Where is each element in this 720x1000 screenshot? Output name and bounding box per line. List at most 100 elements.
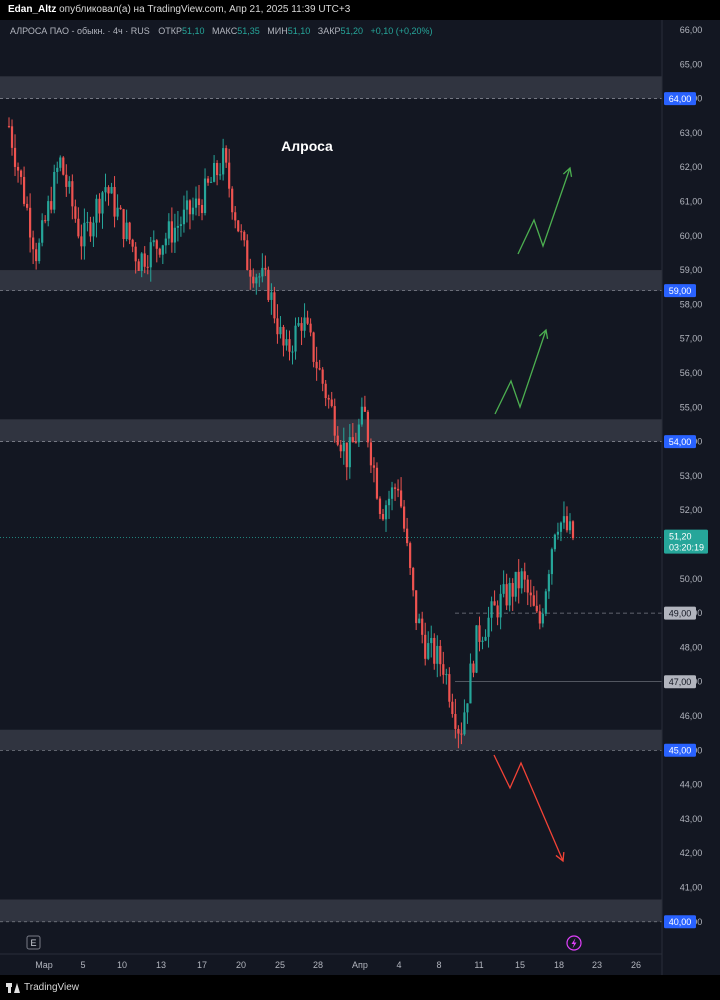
candle-body — [532, 595, 535, 606]
price-tick: 41,00 — [680, 883, 703, 893]
candle-body — [83, 222, 86, 247]
candle-body — [89, 221, 92, 237]
candle-body — [35, 249, 38, 262]
candle-body — [137, 261, 140, 271]
candle-body — [384, 505, 388, 520]
chart-pane[interactable]: АЛРОСА ПАО - обыкн. · 4ч · RUS ОТКР51,10… — [0, 20, 720, 975]
publish-info: опубликовал(а) на TradingView.com, Апр 2… — [59, 4, 351, 15]
candle-body — [499, 593, 502, 618]
candle-body — [152, 240, 155, 243]
candle-body — [44, 220, 47, 222]
candle-body — [32, 237, 35, 250]
candle-body — [351, 437, 354, 443]
candle-body — [439, 645, 442, 665]
time-tick: 28 — [313, 960, 323, 970]
candle-body — [7, 126, 11, 128]
time-tick: 4 — [396, 960, 401, 970]
candle-body — [167, 221, 170, 239]
candle-body — [161, 245, 164, 255]
price-tick: 55,00 — [680, 402, 703, 412]
e-button[interactable]: E — [26, 935, 41, 950]
candle-body — [203, 178, 207, 214]
candle-body — [164, 238, 167, 246]
price-tick: 57,00 — [680, 334, 703, 344]
price-tick: 65,00 — [680, 59, 703, 69]
candle-body — [345, 442, 348, 468]
candle-body — [454, 713, 457, 729]
tradingview-logo[interactable]: TradingView — [6, 975, 79, 1000]
candle-body — [179, 224, 183, 226]
candle-body — [173, 227, 176, 243]
lightning-icon[interactable] — [566, 935, 582, 951]
candle-body — [526, 579, 529, 593]
candle-body — [19, 170, 23, 177]
candle-body — [261, 267, 264, 277]
candle-body — [216, 162, 219, 176]
candle-body — [442, 664, 445, 675]
price-tick: 60,00 — [680, 231, 703, 241]
candle-body — [436, 645, 439, 664]
candle-body — [553, 534, 557, 550]
candle-body — [409, 543, 412, 568]
candle-body — [25, 203, 29, 208]
price-chart[interactable]: АЛРОСА ПАО - обыкн. · 4ч · RUS ОТКР51,10… — [0, 20, 720, 975]
time-axis: Мар 5 10 13 17 20 25 28 Апр 4 8 11 15 18 23 26 — [35, 960, 641, 970]
candle-body — [339, 444, 342, 452]
tradingview-brand: TradingView — [24, 982, 80, 993]
candle-body — [493, 601, 496, 606]
candle-body — [56, 167, 59, 172]
candle-body — [430, 637, 433, 644]
zone-price-tag-3: 45,00 — [669, 746, 692, 756]
candle-body — [98, 198, 101, 214]
candle-body — [158, 248, 161, 255]
time-tick: 17 — [197, 960, 207, 970]
candle-body — [149, 242, 152, 268]
candle-body — [559, 522, 563, 532]
zone-3 — [0, 729, 662, 751]
time-tick: 11 — [474, 960, 483, 970]
candle-body — [433, 637, 436, 664]
candle-body — [457, 728, 460, 734]
candle-body — [146, 266, 149, 268]
candle-body — [327, 398, 330, 400]
candle-body — [393, 487, 397, 489]
zone-4 — [0, 899, 662, 922]
zone-0 — [0, 76, 662, 99]
candle-body — [562, 516, 566, 523]
price-tick: 50,00 — [680, 574, 703, 584]
candle-body — [484, 636, 487, 641]
price-tick: 61,00 — [680, 197, 703, 207]
candle-body — [357, 424, 360, 443]
candle-body — [312, 332, 315, 362]
candle-body — [523, 571, 526, 580]
candle-body — [219, 174, 222, 176]
candle-body — [571, 521, 575, 539]
candle-body — [170, 221, 173, 243]
footer: TradingView — [0, 975, 720, 1000]
candle-body — [517, 571, 520, 589]
price-tick: 63,00 — [680, 128, 703, 138]
candle-body — [556, 531, 560, 535]
price-tick: 56,00 — [680, 368, 703, 378]
price-tick: 62,00 — [680, 162, 703, 172]
legend-change: +0,10 (+0,20%) — [371, 26, 433, 36]
candle-body — [10, 126, 14, 148]
price-levels — [0, 537, 662, 683]
candle-body — [228, 162, 231, 189]
candle-body — [466, 703, 469, 713]
candle-body — [535, 605, 538, 612]
candle-body — [140, 253, 143, 271]
candle-body — [53, 171, 56, 210]
time-tick: 23 — [592, 960, 602, 970]
candle-body — [424, 634, 427, 659]
candle-body — [354, 442, 357, 444]
candle-body — [568, 521, 572, 531]
candle-body — [565, 516, 569, 531]
time-tick: 25 — [275, 960, 285, 970]
candle-body — [363, 406, 366, 412]
candle-body — [249, 270, 252, 277]
time-tick: 15 — [515, 960, 525, 970]
candle-body — [378, 498, 382, 515]
candle-body — [369, 442, 373, 466]
candle-body — [324, 383, 327, 399]
